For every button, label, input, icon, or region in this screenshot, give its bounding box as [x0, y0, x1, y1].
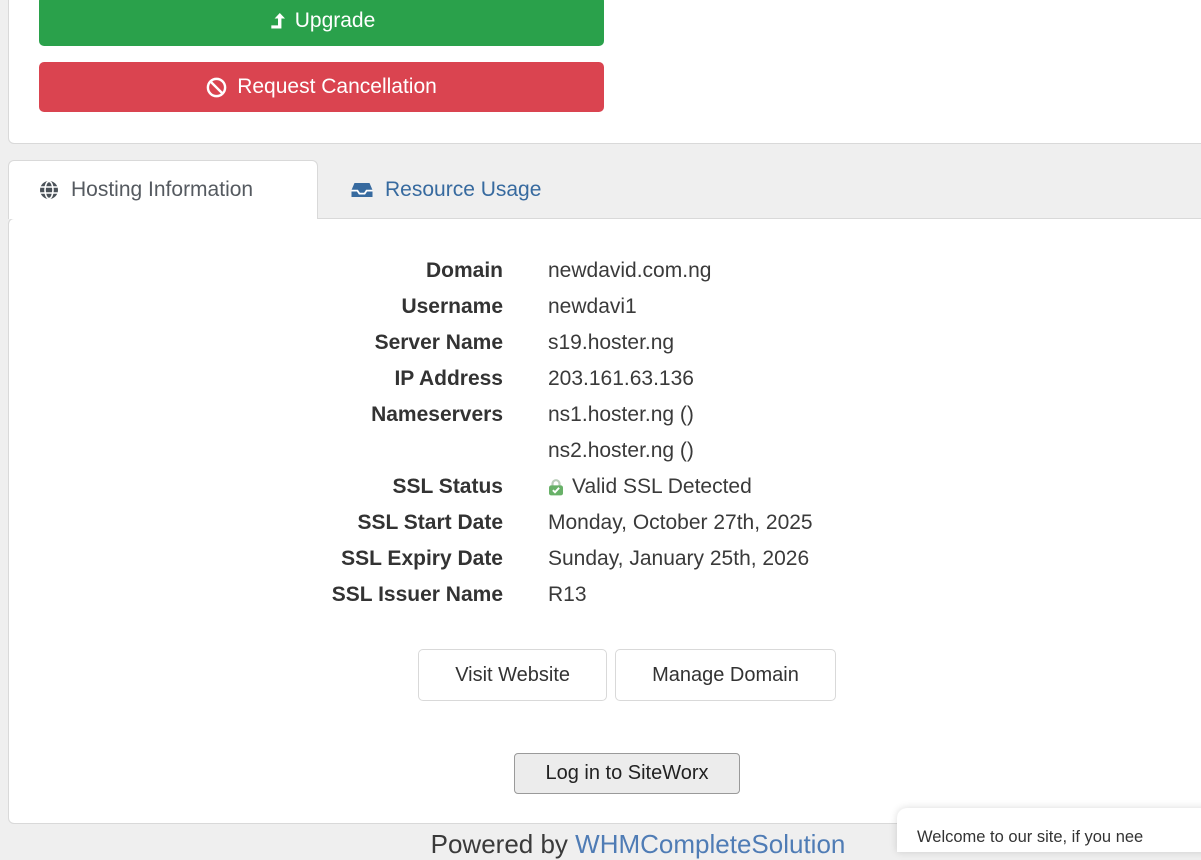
- detail-label-domain: Domain: [9, 253, 503, 289]
- hosting-information-panel: Domain newdavid.com.ng Username newdavi1…: [8, 218, 1201, 824]
- detail-value-nameserver-1: ns1.hoster.ng (): [548, 397, 813, 433]
- lock-icon: [548, 478, 564, 496]
- detail-value-nameserver-2: ns2.hoster.ng (): [548, 433, 813, 469]
- manage-domain-button[interactable]: Manage Domain: [615, 649, 836, 701]
- detail-label-ssl-issuer-name: SSL Issuer Name: [9, 577, 503, 613]
- chat-widget[interactable]: Welcome to our site, if you nee: [897, 808, 1201, 852]
- detail-value-ssl-expiry-date: Sunday, January 25th, 2026: [548, 541, 813, 577]
- visit-website-button[interactable]: Visit Website: [418, 649, 607, 701]
- request-cancellation-button[interactable]: Request Cancellation: [39, 62, 604, 112]
- detail-label-ssl-start-date: SSL Start Date: [9, 505, 503, 541]
- globe-icon: [39, 180, 59, 200]
- powered-by-text: Powered by: [431, 829, 576, 859]
- ban-icon: [206, 77, 227, 98]
- detail-value-ip-address: 203.161.63.136: [548, 361, 813, 397]
- cancel-button-label: Request Cancellation: [237, 75, 437, 99]
- detail-label-blank: [9, 433, 503, 469]
- detail-value-ssl-issuer-name: R13: [548, 577, 813, 613]
- detail-label-ssl-expiry-date: SSL Expiry Date: [9, 541, 503, 577]
- upgrade-button-label: Upgrade: [295, 9, 376, 33]
- tab-resource-label: Resource Usage: [385, 178, 541, 202]
- tab-hosting-label: Hosting Information: [71, 178, 253, 202]
- tab-resource-usage[interactable]: Resource Usage: [318, 160, 574, 219]
- chat-welcome-message: Welcome to our site, if you nee: [897, 808, 1201, 847]
- login-siteworx-button[interactable]: Log in to SiteWorx: [514, 753, 739, 794]
- domain-actions-row: Visit Website Manage Domain: [9, 649, 1201, 701]
- siteworx-row: Log in to SiteWorx: [9, 753, 1201, 794]
- detail-value-username: newdavi1: [548, 289, 813, 325]
- detail-label-username: Username: [9, 289, 503, 325]
- detail-label-server-name: Server Name: [9, 325, 503, 361]
- actions-button-stack: Upgrade Request Cancellation: [39, 0, 604, 112]
- detail-value-domain: newdavid.com.ng: [548, 253, 813, 289]
- detail-value-ssl-status: Valid SSL Detected: [548, 469, 813, 505]
- whmcompletesolution-link[interactable]: WHMCompleteSolution: [575, 829, 845, 859]
- detail-label-nameservers: Nameservers: [9, 397, 503, 433]
- tab-hosting-information[interactable]: Hosting Information: [8, 160, 318, 219]
- upgrade-button[interactable]: Upgrade: [39, 0, 604, 46]
- inbox-icon: [351, 181, 373, 199]
- detail-value-ssl-start-date: Monday, October 27th, 2025: [548, 505, 813, 541]
- detail-label-ssl-status: SSL Status: [9, 469, 503, 505]
- detail-value-server-name: s19.hoster.ng: [548, 325, 813, 361]
- actions-card: Upgrade Request Cancellation: [8, 0, 1201, 144]
- hosting-details-list: Domain newdavid.com.ng Username newdavi1…: [9, 253, 813, 613]
- tab-bar: Hosting Information Resource Usage: [8, 160, 574, 219]
- detail-label-ip-address: IP Address: [9, 361, 503, 397]
- ssl-status-text: Valid SSL Detected: [572, 469, 752, 505]
- level-up-arrow-icon: [268, 12, 285, 30]
